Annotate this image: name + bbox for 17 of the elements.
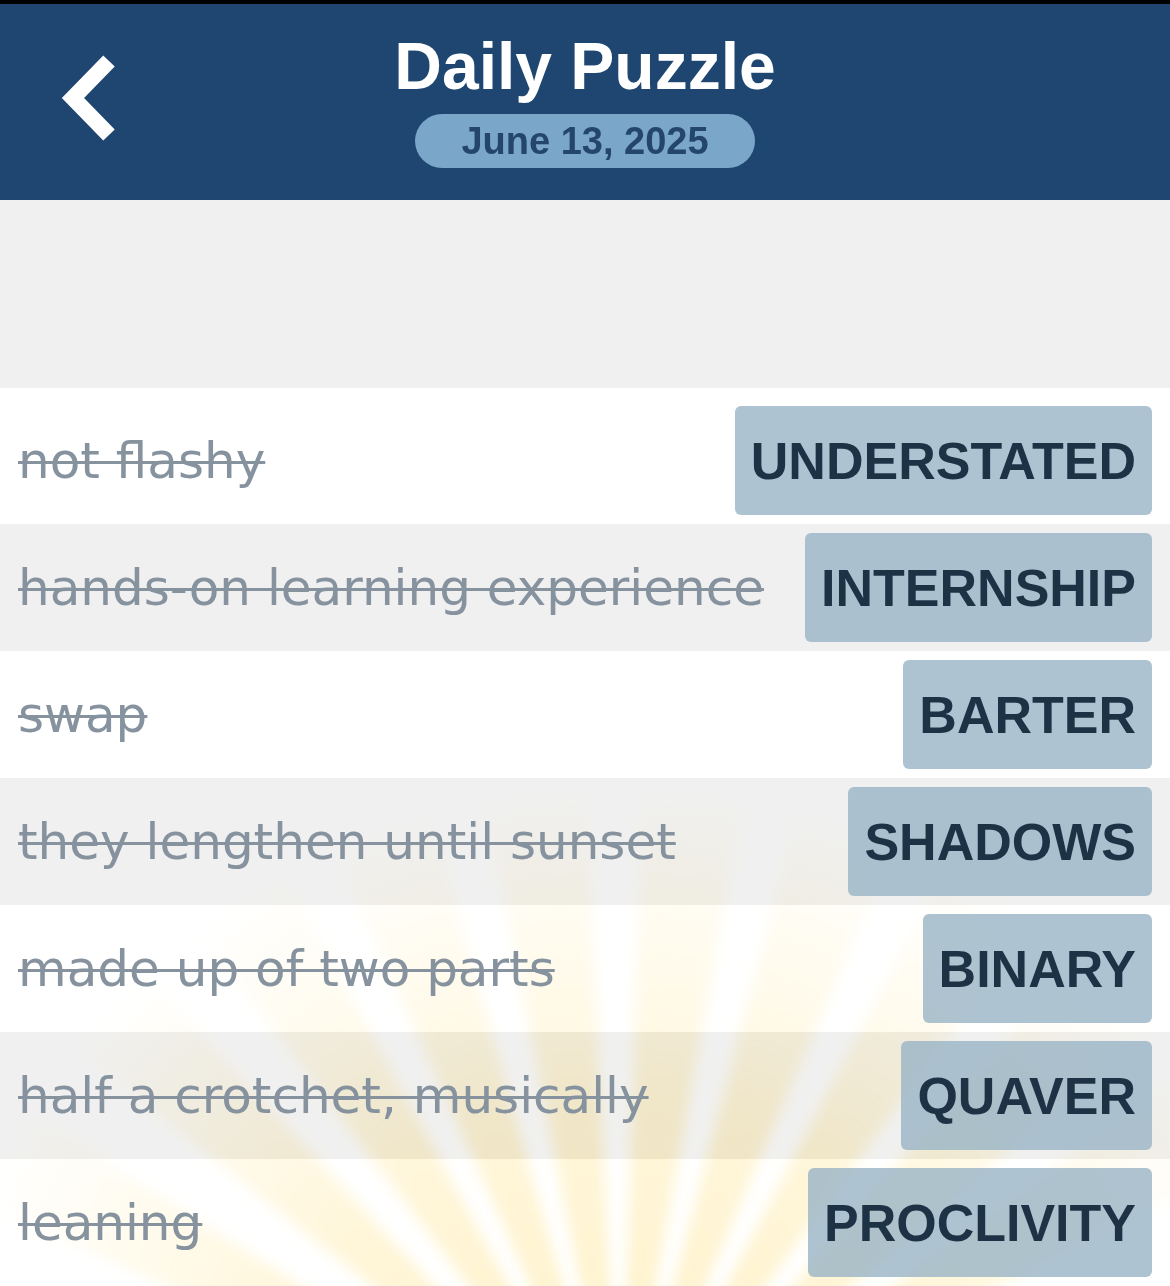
answer-tile: QUAVER xyxy=(901,1041,1152,1150)
date-badge: June 13, 2025 xyxy=(415,114,755,168)
answer-tile: PROCLIVITY xyxy=(807,1168,1152,1277)
answer-tile: INTERNSHIP xyxy=(805,533,1152,642)
answer-tile: BINARY xyxy=(922,914,1152,1023)
clue-text: they lengthen until sunset xyxy=(18,812,677,871)
clue-text: half a crotchet, musically xyxy=(18,1066,650,1125)
page-title: Daily Puzzle xyxy=(394,28,776,104)
clue-text: hands-on learning experience xyxy=(18,558,765,617)
clue-text: made up of two parts xyxy=(18,939,556,998)
clue-text: not flashy xyxy=(18,431,267,490)
answer-tile: BARTER xyxy=(903,660,1152,769)
clue-text: swap xyxy=(18,685,149,744)
chevron-left-icon xyxy=(61,55,117,141)
answer-tile: SHADOWS xyxy=(848,787,1152,896)
answer-tile: UNDERSTATED xyxy=(734,406,1152,515)
clue-text: leaning xyxy=(18,1193,204,1252)
